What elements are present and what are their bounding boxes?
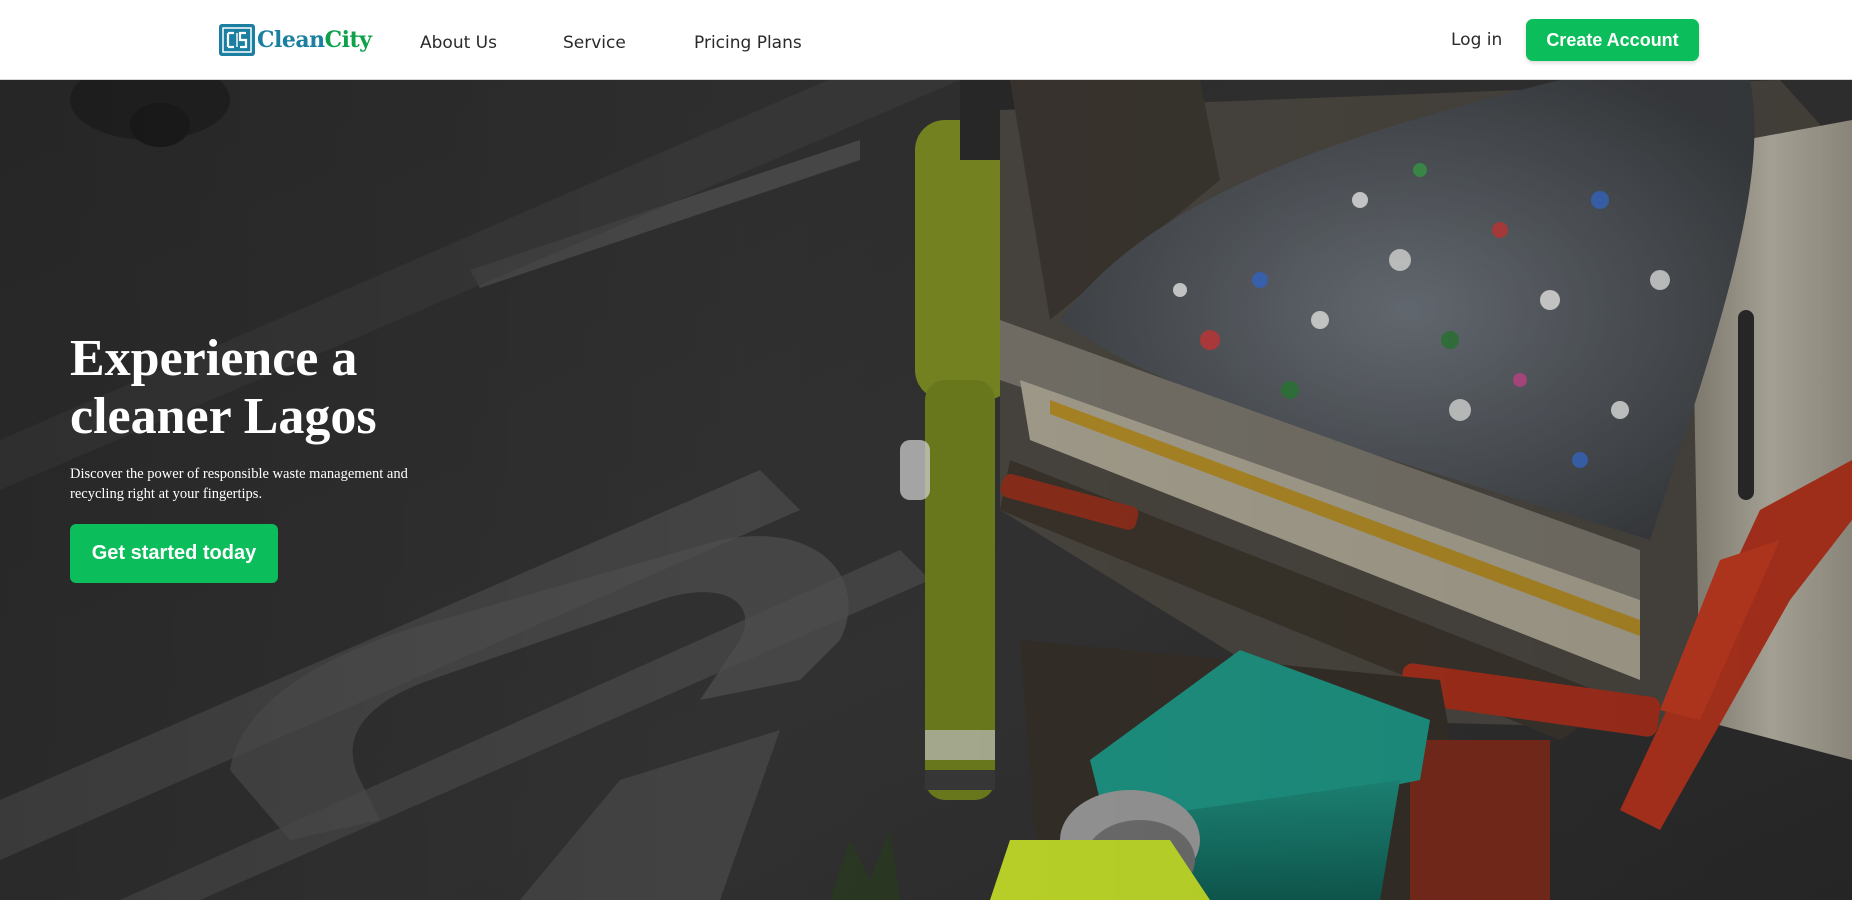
create-account-button[interactable]: Create Account — [1526, 19, 1699, 61]
get-started-button[interactable]: Get started today — [70, 524, 278, 583]
hero-section: Experience a cleaner Lagos Discover the … — [0, 80, 1852, 900]
brand-name-part2: City — [324, 27, 372, 53]
nav-about-us[interactable]: About Us — [420, 33, 497, 53]
top-navbar: CleanCity About Us Service Pricing Plans… — [0, 0, 1852, 80]
nav-pricing-plans[interactable]: Pricing Plans — [694, 33, 802, 53]
logo-mark-icon — [219, 24, 255, 56]
landing-page: CleanCity About Us Service Pricing Plans… — [0, 0, 1852, 900]
brand-name: CleanCity — [257, 27, 372, 53]
nav-service[interactable]: Service — [563, 33, 626, 53]
hero-content: Experience a cleaner Lagos Discover the … — [70, 330, 490, 583]
brand-name-part1: Clean — [257, 27, 325, 53]
hero-title: Experience a cleaner Lagos — [70, 330, 377, 445]
login-link[interactable]: Log in — [1451, 30, 1502, 50]
brand-logo[interactable]: CleanCity — [219, 24, 372, 56]
hero-subtitle: Discover the power of responsible waste … — [70, 466, 408, 502]
